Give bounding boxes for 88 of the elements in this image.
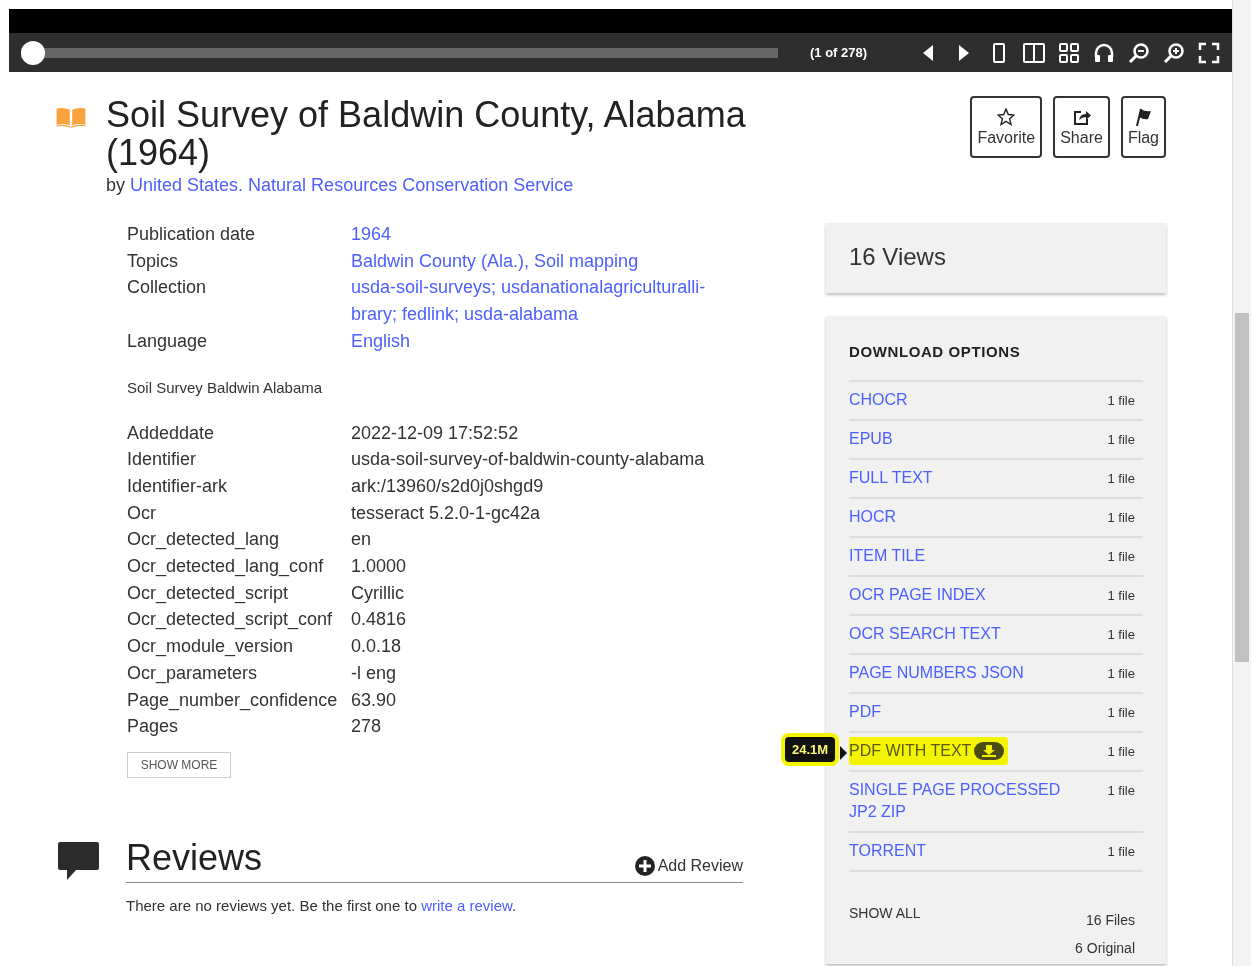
metadata-value: tesseract 5.2.0-1-gc42a [351,501,542,525]
two-page-icon[interactable] [1023,41,1045,64]
action-button[interactable]: Flag [1120,96,1166,158]
metadata-label: Publication date [127,223,257,246]
metadata-label: Ocr_detected_lang_conf [127,555,325,579]
metadata-label: Page_number_confidence [127,688,339,713]
metadata-link[interactable]: usda-soil-surveys; usdanationalagriculturalli-brary; fedlink; usda-alabama [351,274,726,328]
creator-link[interactable]: United States. Natural Resources Conservation Service [130,175,574,195]
grid-view-icon[interactable] [1058,41,1080,64]
metadata-label: Topics [127,249,180,273]
download-format-link[interactable]: PDF [849,701,1074,723]
metadata-value: 278 [351,715,383,739]
scrollbar-thumb[interactable] [1235,313,1249,662]
download-format-link[interactable]: CHOCR [849,389,1074,411]
plus-circle-icon [634,855,655,876]
headphones-icon[interactable] [1093,41,1115,64]
file-count: 1 file [1107,744,1135,759]
metadata-label: Pages [127,715,180,739]
tooltip-arrow-icon [840,746,847,760]
metadata-label: Ocr_detected_lang [127,528,281,552]
metadata-value: 0.0.18 [351,635,403,659]
metadata-value: 1.0000 [351,555,408,579]
file-count: 1 file [1107,588,1135,603]
download-format-link[interactable]: ITEM TILE [849,545,1074,567]
metadata-label: Ocr_detected_script_conf [127,608,334,632]
download-format-link[interactable]: PDF WITH TEXT [849,737,1009,765]
total-files: 16 Files [1085,912,1135,928]
metadata-value: 0.4816 [351,608,408,632]
action-button[interactable]: Share [1053,96,1110,158]
metadata-label: Collection [127,276,208,300]
no-reviews-text: There are no reviews yet. Be the first one to write a review. [126,896,518,914]
download-format-link[interactable]: OCR SEARCH TEXT [849,623,1074,645]
show-more-button[interactable]: SHOW MORE [127,751,231,778]
file-count: 1 file [1107,471,1135,486]
metadata-label: Identifier [127,448,198,472]
download-format-link[interactable]: TORRENT [849,840,1074,862]
file-count: 1 file [1107,432,1135,447]
metadata-label: Ocr_detected_script [127,581,290,606]
reviews-heading: Reviews [126,837,263,878]
metadata-value: usda-soil-survey-of-baldwin-county-alabama [351,448,706,472]
panel-heading: DOWNLOAD OPTIONS [849,343,1143,382]
metadata-value: Cyrillic [351,581,405,605]
fullscreen-icon[interactable] [1198,41,1220,64]
file-count: 1 file [1107,666,1135,681]
metadata-value: 2022-12-09 17:52:52 [351,421,520,445]
byline-prefix: by [106,175,125,195]
slider-thumb[interactable] [21,40,45,65]
metadata-link[interactable]: English [351,327,726,355]
download-format-link[interactable]: HOCR [849,506,1074,528]
metadata-label: Addeddate [127,421,216,445]
add-review-link[interactable]: Add Review [634,855,743,876]
file-count: 1 file [1107,510,1135,525]
show-all-link[interactable]: SHOW ALL [849,905,921,956]
metadata-label: Ocr [127,501,157,525]
item-title: Soil Survey of Baldwin County, Alabama (1964) [106,96,746,172]
download-icon [974,742,1005,760]
metadata-link[interactable]: Baldwin County (Ala.), Soil mapping [351,247,726,275]
download-format-link[interactable]: OCR PAGE INDEX [849,584,1074,606]
download-format-link[interactable]: FULL TEXT [849,467,1074,489]
file-count: 1 file [1107,627,1135,642]
download-format-link[interactable]: PAGE NUMBERS JSON [849,662,1074,684]
flag-icon [1134,107,1153,126]
action-button[interactable]: Favorite [970,96,1043,158]
original-files: 6 Original [1075,940,1135,956]
file-count: 1 file [1107,783,1135,798]
metadata-label: Identifier-ark [127,474,229,498]
metadata-label: Language [127,329,209,353]
description-text: Soil Survey Baldwin Alabama [127,378,324,396]
metadata-value: ark:/13960/s2d0j0shgd9 [351,474,545,498]
metadata-value: -l eng [351,661,398,685]
speech-bubble-icon [58,841,99,880]
metadata-label: Ocr_parameters [127,661,259,686]
download-format-link[interactable]: EPUB [849,428,1074,450]
metadata-value: en [351,528,373,552]
scrollbar[interactable] [1232,0,1251,966]
views-card: 16 Views [826,223,1166,293]
zoom-out-icon[interactable] [1128,41,1150,64]
file-count: 1 file [1107,705,1135,720]
metadata-value: 63.90 [351,688,398,712]
metadata-label: Ocr_module_version [127,635,295,659]
download-format-link[interactable]: SINGLE PAGE PROCESSED JP2 ZIP [849,779,1074,823]
zoom-in-icon[interactable] [1163,41,1185,64]
metadata-link[interactable]: 1964 [351,221,726,248]
file-count: 1 file [1107,549,1135,564]
file-count: 1 file [1107,844,1135,859]
page-indicator: (1 of 278) [810,45,869,60]
file-count: 1 file [1107,393,1135,408]
star-icon [997,107,1016,126]
